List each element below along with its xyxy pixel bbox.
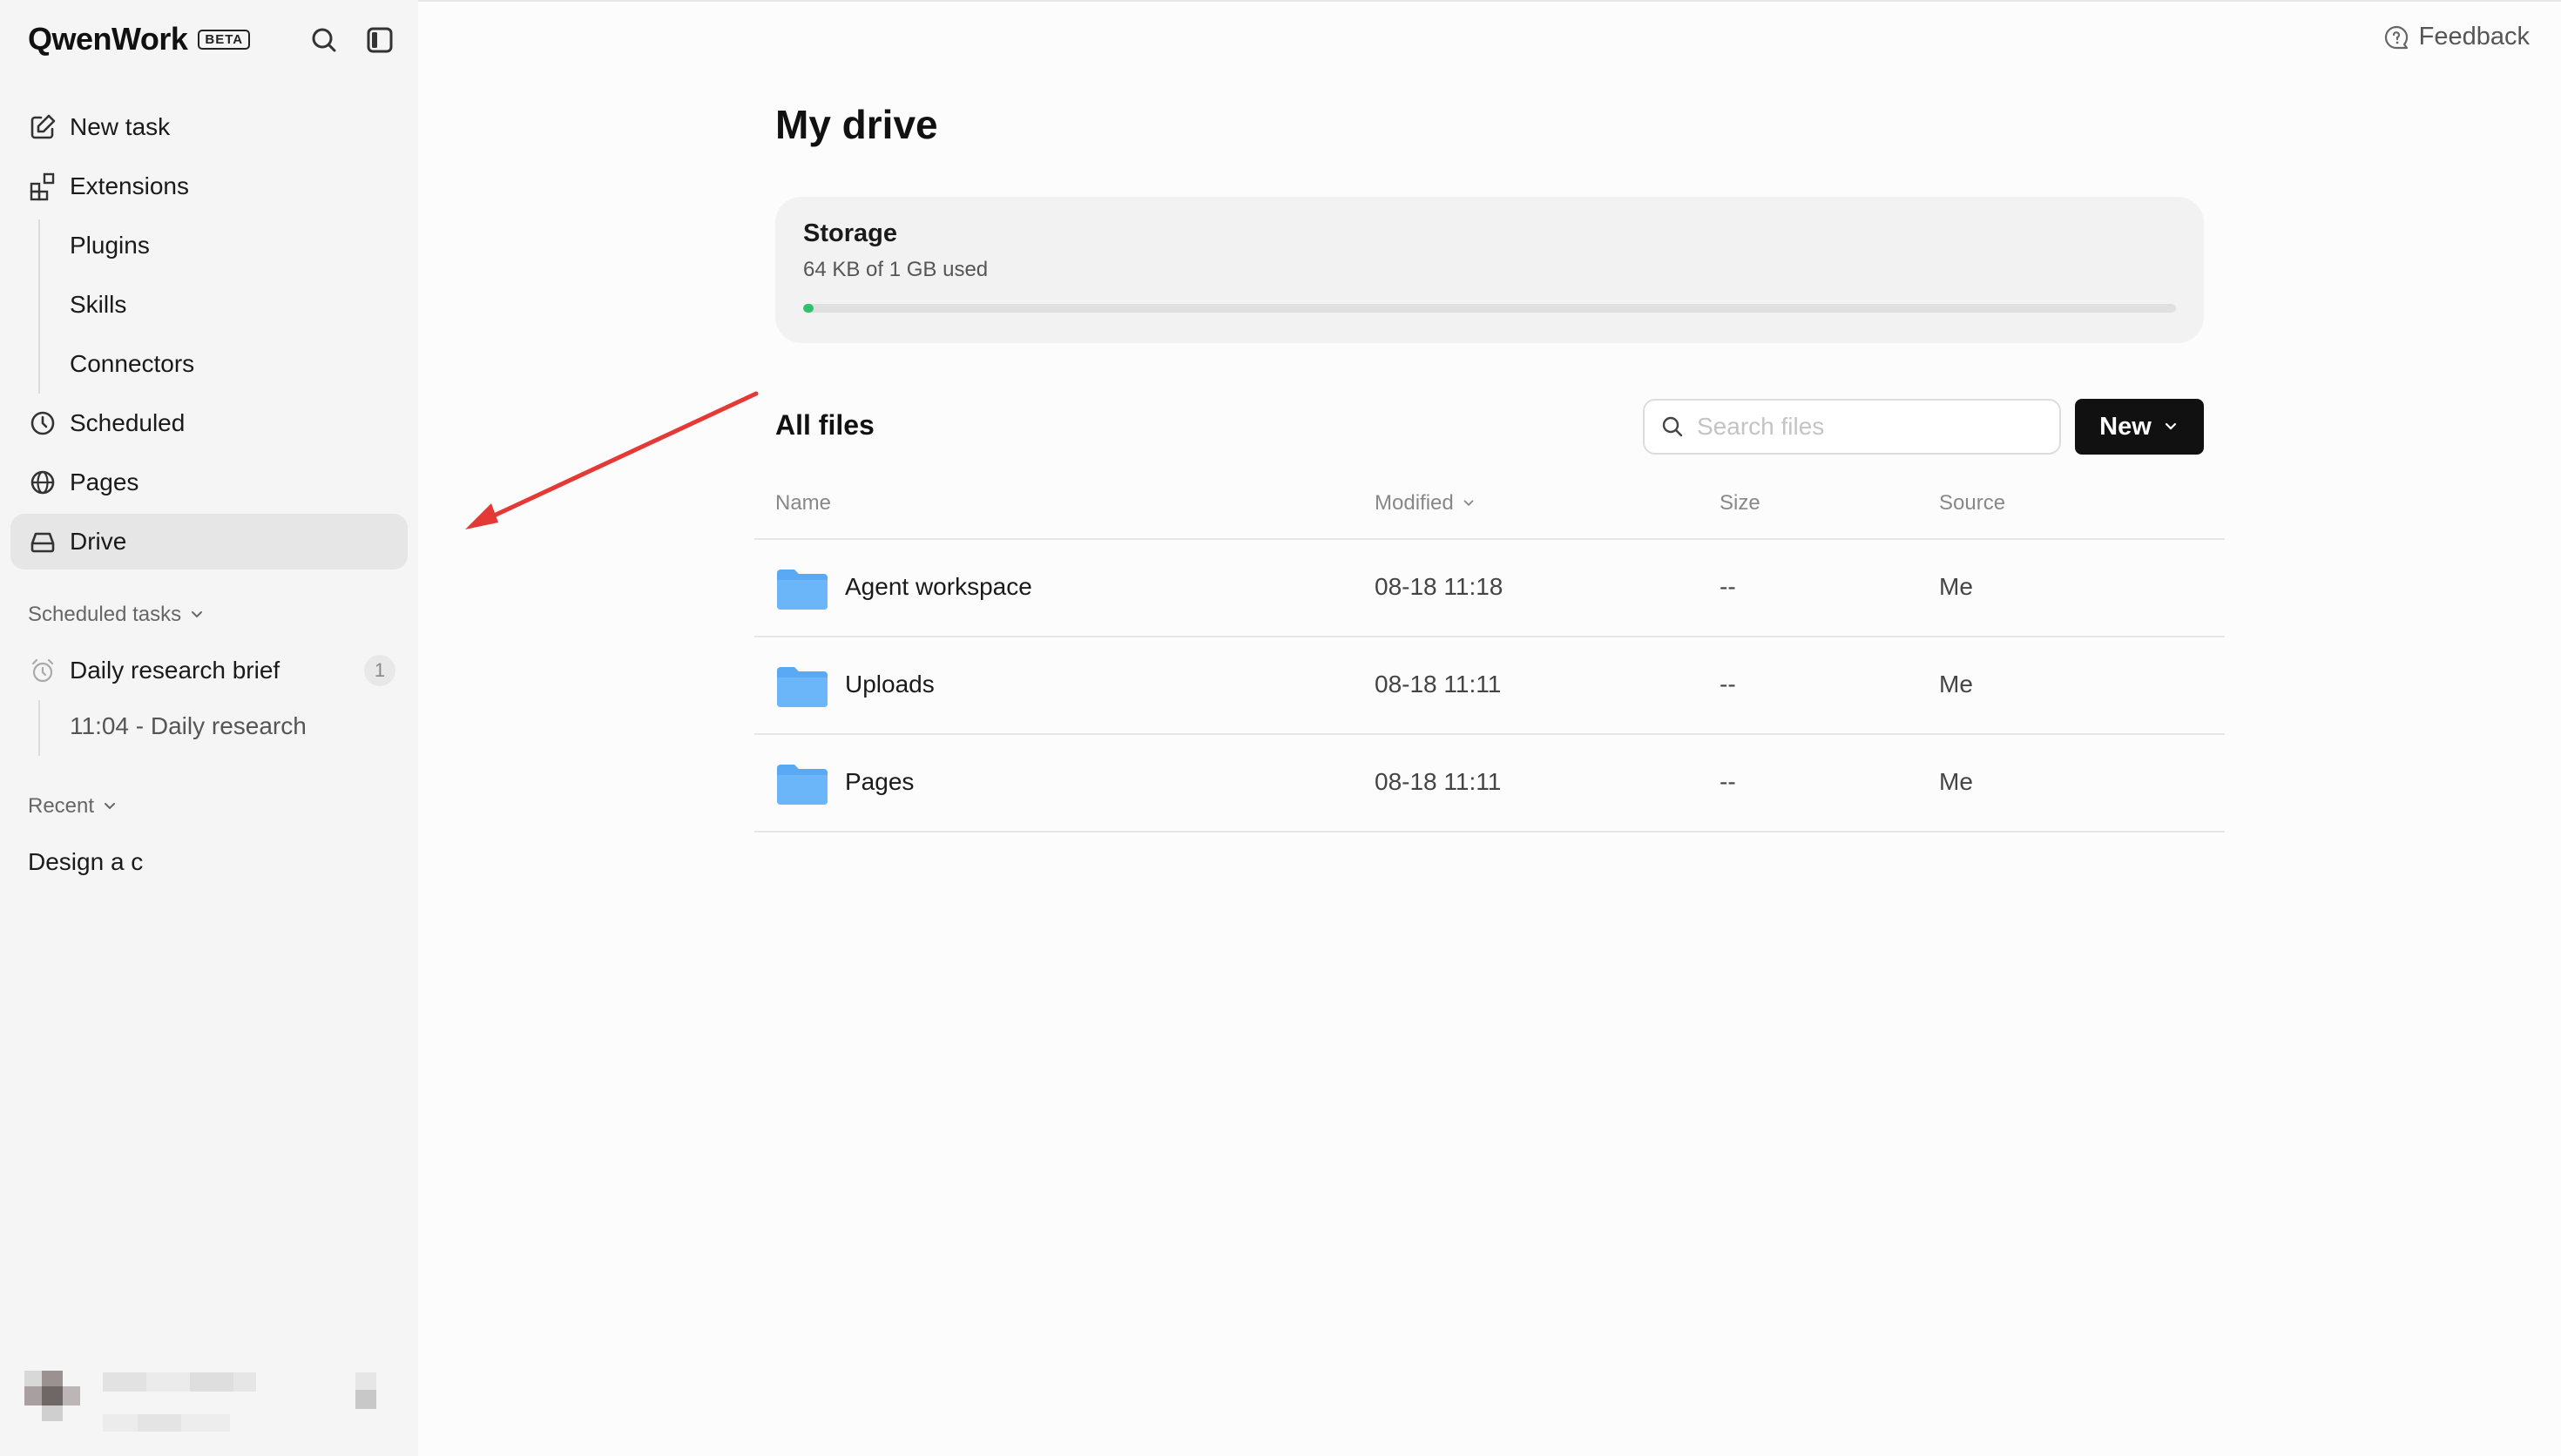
- scheduled-task-label: Daily research brief: [70, 657, 280, 684]
- sidebar-item-pages[interactable]: Pages: [10, 455, 408, 510]
- search-files-box[interactable]: [1643, 399, 2061, 455]
- sidebar-item-label: Scheduled: [70, 409, 186, 436]
- chevron-down-icon: [192, 611, 203, 618]
- globe-icon: [28, 468, 57, 497]
- file-modified: 08-18 11:11: [1375, 671, 1502, 698]
- column-header-size[interactable]: Size: [1720, 491, 1760, 516]
- sidebar-item-label: Pages: [70, 468, 139, 495]
- task-rail: [38, 700, 40, 756]
- file-name: Uploads: [845, 671, 935, 698]
- beta-badge: BETA: [198, 29, 251, 50]
- chevron-down-icon: [2165, 422, 2176, 430]
- file-name: Pages: [845, 768, 915, 795]
- sidebar-item-label: Connectors: [70, 350, 195, 377]
- help-chat-icon: [2384, 25, 2408, 49]
- all-files-heading: All files: [775, 409, 875, 441]
- sidebar-item-label: Extensions: [70, 172, 189, 199]
- sidebar-item-drive[interactable]: Drive: [10, 514, 408, 570]
- file-source: Me: [1939, 768, 1973, 795]
- sidebar-item-new-task[interactable]: New task: [10, 99, 408, 155]
- column-label: Source: [1939, 491, 2006, 515]
- table-row[interactable]: Uploads 08-18 11:11 -- Me: [754, 637, 2225, 735]
- sidebar-nav: New task Extensions Plugins Skills Conne…: [10, 99, 408, 573]
- file-size: --: [1720, 573, 1736, 600]
- sidebar-item-extensions[interactable]: Extensions: [10, 158, 408, 214]
- scheduled-tasks-heading[interactable]: Scheduled tasks: [28, 603, 206, 627]
- page-title: My drive: [775, 102, 938, 147]
- folder-icon: [777, 667, 828, 707]
- count-badge: 1: [364, 655, 395, 686]
- section-label: Recent: [28, 794, 95, 818]
- column-label: Name: [775, 491, 832, 515]
- file-name: Agent workspace: [845, 573, 1032, 600]
- search-input[interactable]: [1697, 413, 2045, 441]
- chevron-down-icon: [105, 803, 116, 810]
- alarm-icon: [28, 656, 57, 685]
- folder-icon: [777, 570, 828, 610]
- table-row[interactable]: Agent workspace 08-18 11:18 -- Me: [754, 540, 2225, 637]
- sidebar: QwenWork BETA New task Extensions Plugin…: [0, 0, 418, 1456]
- column-label: Modified: [1375, 491, 1454, 515]
- sidebar-item-plugins[interactable]: Plugins: [10, 218, 408, 273]
- brand[interactable]: QwenWork BETA: [28, 21, 251, 57]
- clock-icon: [28, 408, 57, 438]
- section-label: Scheduled tasks: [28, 603, 182, 626]
- feedback-button[interactable]: Feedback: [2382, 23, 2530, 51]
- sidebar-item-connectors[interactable]: Connectors: [10, 336, 408, 392]
- file-modified: 08-18 11:18: [1375, 573, 1503, 600]
- app-name: QwenWork: [28, 21, 188, 57]
- user-profile-pixelated[interactable]: [24, 1371, 382, 1437]
- storage-card: Storage 64 KB of 1 GB used: [775, 197, 2204, 343]
- file-modified: 08-18 11:11: [1375, 768, 1502, 795]
- table-header: Name Modified Size Source: [754, 484, 2225, 540]
- column-header-modified[interactable]: Modified: [1375, 491, 1476, 516]
- file-size: --: [1720, 768, 1736, 795]
- file-source: Me: [1939, 573, 1973, 600]
- drive-icon: [28, 527, 57, 556]
- sidebar-item-label: Drive: [70, 528, 127, 555]
- sidebar-item-label: Skills: [70, 291, 127, 318]
- column-header-source[interactable]: Source: [1939, 491, 2005, 516]
- scheduled-task-item[interactable]: Daily research brief 1: [10, 643, 408, 698]
- new-button-label: New: [2099, 412, 2152, 441]
- storage-title: Storage: [803, 219, 897, 247]
- edit-icon: [28, 112, 57, 142]
- storage-progress-bar: [803, 304, 2176, 313]
- folder-icon: [777, 765, 828, 805]
- search-icon[interactable]: [308, 24, 340, 56]
- column-label: Size: [1720, 491, 1760, 515]
- sidebar-item-label: New task: [70, 113, 171, 140]
- scheduled-run-item[interactable]: 11:04 - Daily research: [70, 712, 307, 740]
- sidebar-item-scheduled[interactable]: Scheduled: [10, 395, 408, 451]
- file-source: Me: [1939, 671, 1973, 698]
- column-header-name[interactable]: Name: [775, 491, 831, 516]
- feedback-label: Feedback: [2418, 23, 2530, 51]
- sidebar-item-skills[interactable]: Skills: [10, 277, 408, 333]
- submenu-rail: [38, 219, 40, 394]
- sort-chevron-icon: [1463, 500, 1474, 507]
- recent-item[interactable]: Design a c: [28, 848, 143, 876]
- annotation-arrow: [465, 391, 759, 529]
- file-size: --: [1720, 671, 1736, 698]
- sidebar-item-label: Plugins: [70, 232, 150, 259]
- table-row[interactable]: Pages 08-18 11:11 -- Me: [754, 735, 2225, 832]
- storage-progress-fill: [803, 304, 814, 313]
- new-button[interactable]: New: [2075, 399, 2204, 455]
- storage-used-text: 64 KB of 1 GB used: [803, 258, 989, 281]
- search-icon: [1662, 416, 1683, 437]
- sidebar-toggle-icon[interactable]: [364, 24, 395, 56]
- extensions-icon: [28, 172, 57, 201]
- recent-heading[interactable]: Recent: [28, 794, 118, 819]
